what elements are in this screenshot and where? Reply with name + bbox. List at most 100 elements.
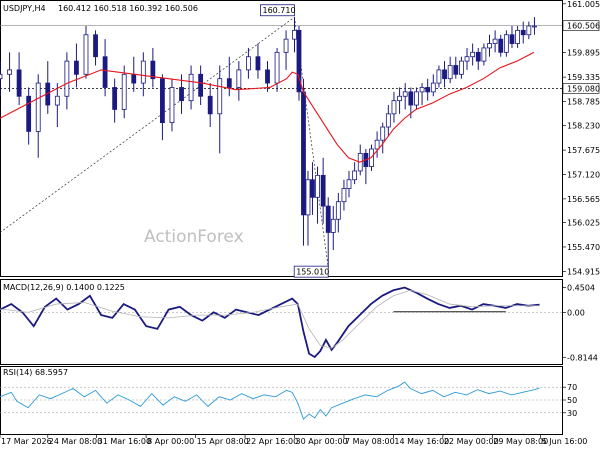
candle-body [475,51,481,62]
candle [419,83,425,106]
candle [475,47,481,70]
x-tick-label: 17 Mar 2026 [1,437,52,446]
candle-body [520,29,526,36]
candle [385,105,391,136]
candle-body [217,78,223,115]
candle-body [54,95,60,106]
candle [226,56,232,97]
candle-body [26,95,32,132]
candle-body [391,100,397,115]
candle-body [160,78,165,124]
candle [160,74,165,141]
watermark: ActionForex [144,227,244,247]
candle [74,43,79,88]
candle-body [140,60,146,84]
x-tick-label: 7 May 08:00 [345,437,395,446]
candle [532,17,537,35]
x-tick-label: 15 Apr 08:00 [197,437,249,446]
rsi-pane-border [0,366,563,435]
candle-body [425,87,431,93]
y-tick-label: 159.335 [567,73,600,82]
x-tick-label: 22 May 00:00 [444,437,499,446]
candle [169,78,175,132]
y-tick-label: 157.120 [567,170,600,179]
candle-body [459,60,464,75]
candle [198,65,204,106]
candle [464,47,470,70]
y-tick-label: 156.025 [567,219,600,228]
candle-body [380,126,386,141]
candle [188,65,194,110]
candle [515,25,521,48]
rsi-title: RSI(14) 68.5957 [3,368,68,377]
candle-body [305,179,311,216]
candle-body [430,82,436,93]
candle-body [255,56,261,71]
candle [325,197,331,268]
x-axis: 17 Mar 202624 Mar 08:0031 Mar 16:008 Apr… [0,434,587,446]
candle-body [442,69,447,80]
chart-title: USDJPY,H4 [3,4,46,13]
candle-body [179,87,184,102]
annotation-label: 155.010 [296,268,329,277]
candle [283,30,289,70]
candle [7,52,12,92]
candle [330,206,336,251]
rsi-line [0,381,540,420]
candle [335,192,341,233]
candle-body [207,95,213,115]
candle [442,61,447,88]
candle-body [470,51,476,58]
x-tick-label: 30 Apr 00:00 [295,437,347,446]
candle [374,131,380,158]
candle-body [419,87,425,93]
candle-body [292,29,297,40]
candle [487,34,492,57]
candle [397,87,402,114]
macd-title: MACD(12,26,9) 0.1400 0.1225 [3,283,125,292]
candle-body [526,25,532,36]
x-tick-label: 5 Jun 16:00 [542,437,588,446]
candle-body [320,174,326,207]
candle-body [102,56,108,88]
candle-body [246,56,251,71]
candle-body [169,87,175,124]
candle [296,25,302,101]
candle [436,65,442,88]
candle [498,34,504,57]
y-tick-label: 159.895 [567,49,600,58]
candle [64,52,70,110]
candle-body [341,188,347,203]
candle-body [414,91,419,106]
macd-macd-line [0,286,540,359]
candle [430,74,436,97]
candle-body [503,34,509,53]
rsi-pane: 70 50 30 [0,381,577,420]
candle [83,25,89,79]
candle-body [532,25,537,28]
candle-body [315,174,320,198]
candle-body [436,69,442,84]
rsi-y-tick-label: 30 [567,409,577,418]
candle [402,83,408,110]
candle-body [188,73,194,102]
candle [16,52,22,106]
candle-body [64,60,70,97]
candle [315,166,320,224]
annotation-label: 160.710 [262,6,295,15]
x-tick-label: 29 May 08:00 [493,437,548,446]
candle [447,56,453,84]
candle-body [515,29,521,44]
candle-body [301,91,306,216]
candle [357,144,363,176]
x-tick-label: 22 Apr 16:00 [246,437,298,446]
candle [112,78,118,123]
candle [217,65,223,154]
candle-body [74,60,79,75]
candle [301,78,306,246]
candle [503,30,509,57]
candle-body [397,95,402,102]
candle-body [35,82,41,132]
y-tick-label: 157.675 [567,146,600,155]
candle [150,47,156,88]
